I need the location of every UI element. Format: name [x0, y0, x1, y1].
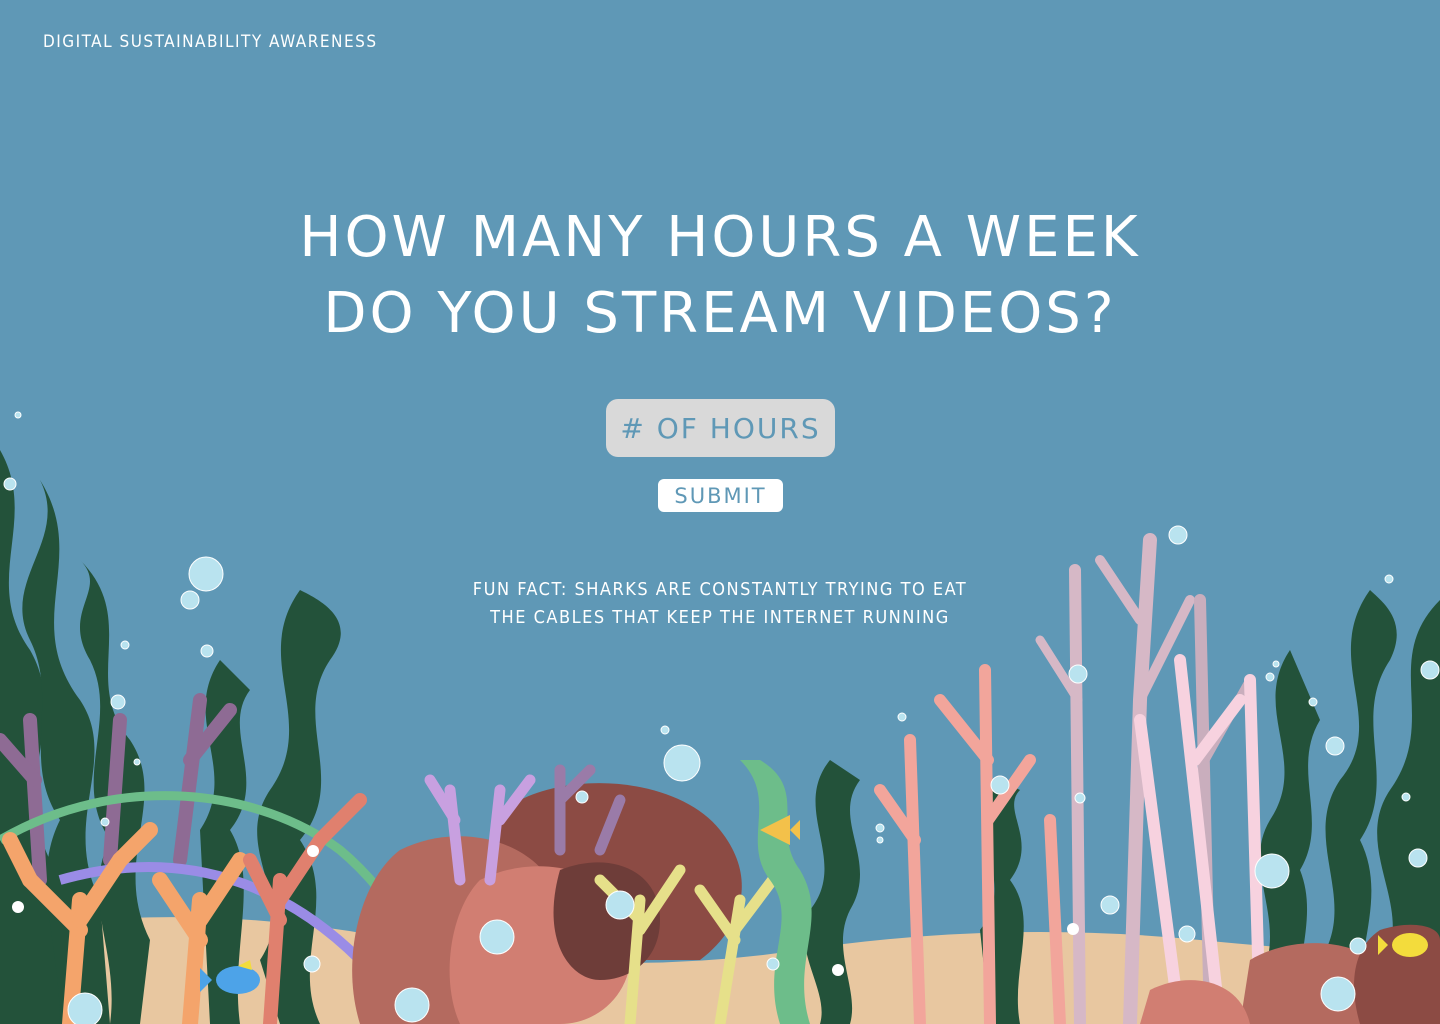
seaweed-strand-green [0, 791, 484, 1024]
question-line-1: How many hours a week [299, 205, 1141, 270]
rocks-right [1140, 924, 1440, 1024]
question-heading: How many hours a week do you stream vide… [0, 200, 1440, 352]
fun-fact: Fun Fact: Sharks are constantly trying t… [0, 576, 1440, 632]
seaweed-strand-purple [58, 862, 395, 1024]
coral-salmon [874, 664, 1066, 1024]
fish-yellow-right [1378, 933, 1428, 957]
fish-blue-left [200, 960, 260, 994]
coral-mauve-center [554, 764, 626, 856]
coral-orange-left [2, 822, 248, 1024]
coral-light-pink [1134, 654, 1266, 1024]
reef-illustration [0, 411, 1440, 1024]
sand-floor [0, 917, 1440, 1024]
seaweed-right [804, 590, 1440, 1024]
rocks-center [352, 783, 742, 1024]
seaweed-green-center [740, 760, 812, 1024]
fun-fact-line-1: Fun Fact: Sharks are constantly trying t… [472, 579, 968, 600]
hours-input[interactable] [606, 399, 835, 457]
brand-title: Digital Sustainability Awareness [43, 32, 378, 52]
coral-yellow [594, 864, 786, 1024]
fish-yellow-center [760, 815, 800, 845]
sparkle-flowers [12, 845, 1079, 976]
seaweed-left [0, 450, 341, 1024]
submit-button[interactable]: SUBMIT [658, 479, 783, 512]
question-line-2: do you stream videos? [323, 281, 1117, 346]
coral-violet-left [0, 693, 237, 887]
fun-fact-line-2: the cables that keep the internet runnin… [490, 607, 950, 628]
coral-red-left [243, 793, 367, 1024]
coral-lavender-center [424, 774, 536, 886]
